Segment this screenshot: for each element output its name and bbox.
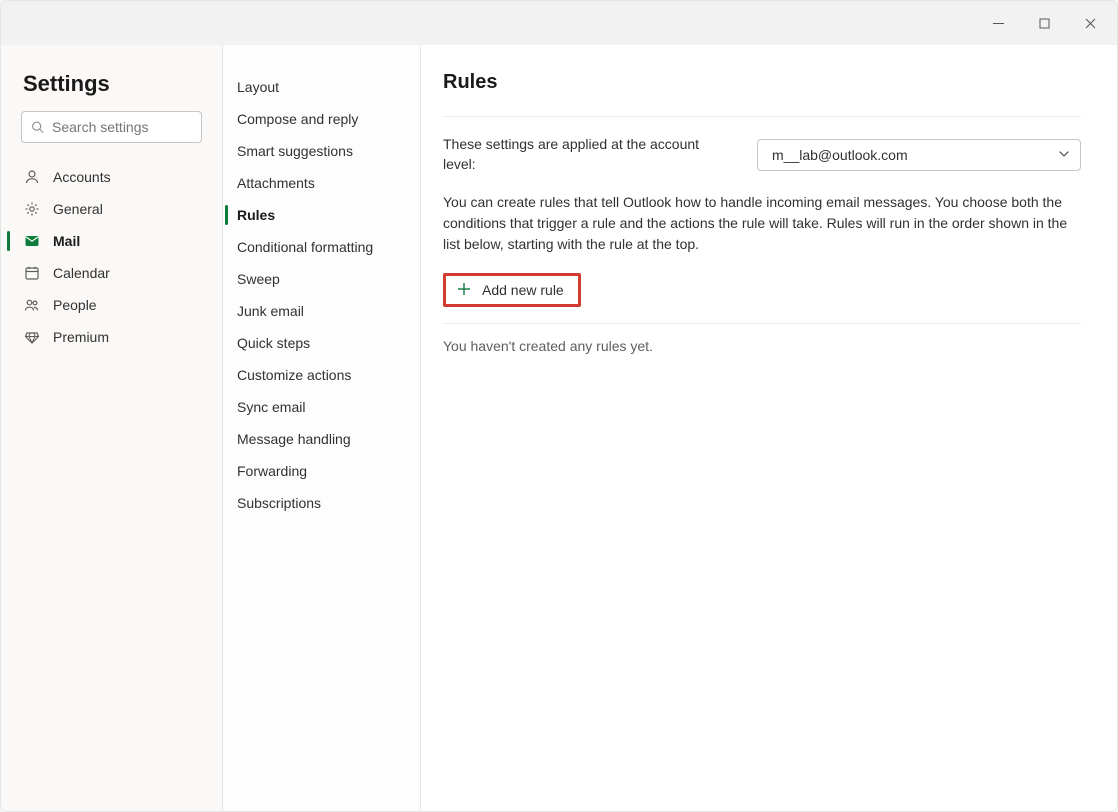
sub-sidebar: Layout Compose and reply Smart suggestio… <box>223 45 421 811</box>
settings-window: Settings Accounts Gene <box>0 0 1118 812</box>
account-select[interactable]: m__lab@outlook.com <box>757 139 1081 171</box>
sidebar-item-mail[interactable]: Mail <box>1 225 222 257</box>
add-rule-label: Add new rule <box>482 282 564 298</box>
minimize-button[interactable] <box>975 7 1021 39</box>
search-input[interactable] <box>21 111 202 143</box>
mail-icon <box>23 233 41 249</box>
subnav-item-subscriptions[interactable]: Subscriptions <box>223 487 420 519</box>
subnav-item-rules[interactable]: Rules <box>223 199 420 231</box>
sidebar-item-label: Premium <box>53 329 109 345</box>
rules-description: You can create rules that tell Outlook h… <box>443 192 1081 255</box>
plus-icon <box>456 281 472 300</box>
close-button[interactable] <box>1067 7 1113 39</box>
add-new-rule-button[interactable]: Add new rule <box>443 273 581 307</box>
subnav-item-layout[interactable]: Layout <box>223 71 420 103</box>
sidebar-item-label: Calendar <box>53 265 110 281</box>
titlebar <box>1 1 1117 45</box>
search-wrapper <box>21 111 202 143</box>
people-icon <box>23 297 41 313</box>
settings-title: Settings <box>1 71 222 111</box>
chevron-down-icon <box>1058 147 1070 163</box>
subnav-item-conditional-formatting[interactable]: Conditional formatting <box>223 231 420 263</box>
subnav-item-message-handling[interactable]: Message handling <box>223 423 420 455</box>
subnav-item-forwarding[interactable]: Forwarding <box>223 455 420 487</box>
account-row: These settings are applied at the accoun… <box>443 135 1081 174</box>
sidebar-item-label: Accounts <box>53 169 111 185</box>
premium-icon <box>23 329 41 345</box>
subnav-item-compose[interactable]: Compose and reply <box>223 103 420 135</box>
sidebar-item-label: People <box>53 297 97 313</box>
search-icon <box>31 121 44 134</box>
main-content: Rules These settings are applied at the … <box>421 45 1117 811</box>
subnav-item-customize-actions[interactable]: Customize actions <box>223 359 420 391</box>
sidebar-item-people[interactable]: People <box>1 289 222 321</box>
subnav-item-junk-email[interactable]: Junk email <box>223 295 420 327</box>
empty-state-text: You haven't created any rules yet. <box>443 338 1081 354</box>
subnav-item-quick-steps[interactable]: Quick steps <box>223 327 420 359</box>
gear-icon <box>23 201 41 217</box>
calendar-icon <box>23 265 41 281</box>
subnav-item-sweep[interactable]: Sweep <box>223 263 420 295</box>
sidebar-item-premium[interactable]: Premium <box>1 321 222 353</box>
sidebar-item-accounts[interactable]: Accounts <box>1 161 222 193</box>
primary-sidebar: Settings Accounts Gene <box>1 45 223 811</box>
account-selected-value: m__lab@outlook.com <box>772 147 908 163</box>
account-intro-text: These settings are applied at the accoun… <box>443 135 733 174</box>
primary-nav: Accounts General Mail <box>1 155 222 353</box>
subnav-item-sync-email[interactable]: Sync email <box>223 391 420 423</box>
subnav-item-smart-suggestions[interactable]: Smart suggestions <box>223 135 420 167</box>
page-title: Rules <box>443 71 1081 117</box>
person-icon <box>23 169 41 185</box>
subnav-item-attachments[interactable]: Attachments <box>223 167 420 199</box>
sidebar-item-calendar[interactable]: Calendar <box>1 257 222 289</box>
sidebar-item-label: General <box>53 201 103 217</box>
sidebar-item-general[interactable]: General <box>1 193 222 225</box>
body: Settings Accounts Gene <box>1 45 1117 811</box>
add-rule-row: Add new rule <box>443 273 1081 324</box>
maximize-button[interactable] <box>1021 7 1067 39</box>
sidebar-item-label: Mail <box>53 233 80 249</box>
